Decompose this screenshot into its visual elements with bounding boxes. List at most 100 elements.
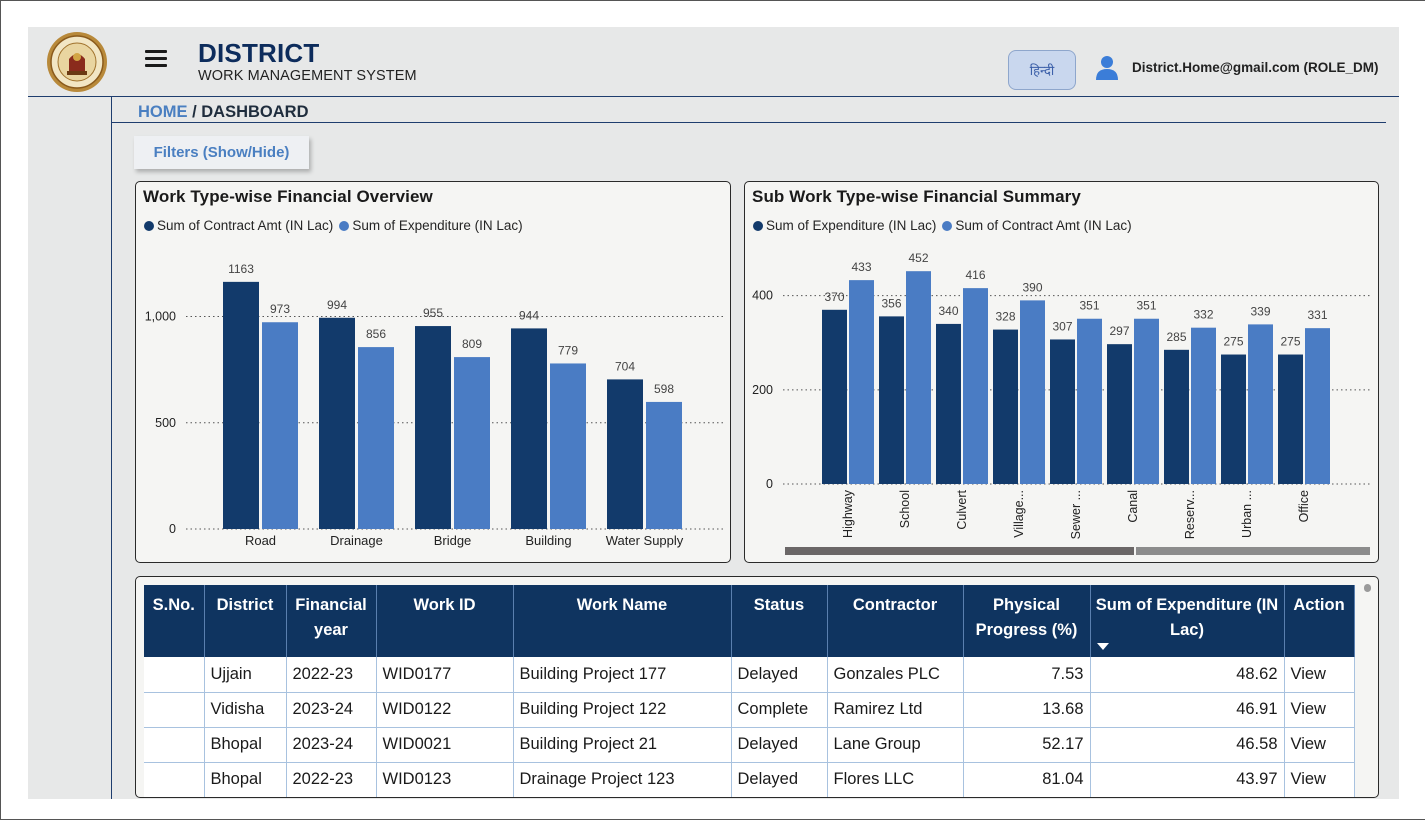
bar[interactable] [1020,300,1045,484]
data-label: 704 [615,359,635,373]
x-tick-label: Water Supply [606,533,684,548]
bar[interactable] [936,323,961,484]
language-toggle-button[interactable]: हिन्दी [1008,50,1076,90]
user-email[interactable]: District.Home@gmail.com (ROLE_DM) [1132,60,1378,75]
table-scrollbar[interactable] [1364,584,1371,592]
bar[interactable] [849,280,874,484]
table-row[interactable]: Vidisha 2023-24 WID0122 Building Project 12… [144,692,1355,728]
table-cell: 48.62 [1090,657,1285,693]
column-header[interactable]: Status [731,585,828,657]
data-label: 452 [908,251,928,265]
table-cell: Lane Group [827,727,964,763]
bar[interactable] [879,316,904,484]
table-cell: 46.58 [1090,727,1285,763]
x-tick-label: Highway [841,489,855,538]
view-action-link[interactable]: View [1284,727,1355,763]
table-cell: 2023-24 [286,692,377,728]
data-label: 598 [654,382,674,396]
bar[interactable] [1191,327,1216,484]
x-tick-label: Drainage [330,533,383,548]
chart-scrollbar-track[interactable] [1136,547,1370,555]
view-action-link[interactable]: View [1284,657,1355,693]
table-cell: Vidisha [204,692,287,728]
user-icon[interactable] [1095,55,1119,81]
table-cell: 2022-23 [286,762,377,797]
data-label: 356 [881,296,901,310]
data-label: 944 [519,308,539,322]
data-label: 351 [1079,299,1099,313]
column-header[interactable]: Work ID [376,585,514,657]
bar[interactable] [511,328,547,529]
data-label: 973 [270,302,290,316]
column-header[interactable]: Action [1284,585,1355,657]
bar[interactable] [358,347,394,529]
data-label: 779 [558,343,578,357]
column-header[interactable]: District [204,585,287,657]
table-cell [144,692,205,728]
bar[interactable] [646,401,682,529]
menu-hamburger-icon[interactable] [144,47,170,69]
table-cell: 13.68 [963,692,1091,728]
app-title: DISTRICT [198,38,320,68]
column-header[interactable]: Contractor [827,585,964,657]
bar[interactable] [1278,354,1303,484]
y-tick-label: 1,000 [145,310,176,324]
bar[interactable] [963,288,988,484]
filters-toggle-button[interactable]: Filters (Show/Hide) [134,136,309,169]
data-label: 1163 [228,262,254,276]
table-row[interactable]: Bhopal 2023-24 WID0021 Building Project 21 D… [144,727,1355,763]
bar[interactable] [262,322,298,529]
column-header[interactable]: Financial year [286,585,377,657]
table-cell: Building Project 177 [513,657,732,693]
view-action-link[interactable]: View [1284,762,1355,797]
sidebar-divider [111,97,112,799]
bar[interactable] [1221,354,1246,484]
bar[interactable] [454,357,490,529]
breadcrumb-divider [112,122,1386,123]
column-header-sorted[interactable]: Sum of Expenditure (IN Lac) [1090,585,1285,657]
bar[interactable] [1134,318,1159,484]
bar[interactable] [319,317,355,529]
column-header[interactable]: S.No. [144,585,205,657]
x-tick-label: Canal [1126,490,1140,523]
bar[interactable] [1050,339,1075,484]
chart-scrollbar-thumb[interactable] [785,547,1134,555]
sort-descending-icon[interactable] [1096,643,1109,650]
table-row[interactable]: Bhopal 2022-23 WID0123 Drainage Project 123… [144,762,1355,797]
bar[interactable] [906,271,931,484]
y-tick-label: 400 [752,289,773,303]
chart-plot: 0 200 400 370 433 Highway 356 452 School 340 416 Cu… [752,251,1370,555]
data-label: 275 [1223,335,1243,349]
data-label: 433 [851,260,871,274]
bar[interactable] [223,281,259,529]
bar[interactable] [1077,318,1102,484]
x-tick-label: Road [245,533,276,548]
table-cell: WID0177 [376,657,514,693]
bar[interactable] [822,309,847,484]
table-cell: Delayed [731,727,828,763]
breadcrumb-separator: / [187,103,202,121]
header: DISTRICT WORK MANAGEMENT SYSTEM हिन्दी D… [28,27,1399,97]
y-tick-label: 0 [169,522,176,536]
table-cell: Ujjain [204,657,287,693]
x-tick-label: Sewer ... [1069,490,1083,539]
bar[interactable] [1305,328,1330,484]
bar[interactable] [1107,344,1132,484]
data-label: 351 [1136,299,1156,313]
data-label: 856 [366,327,386,341]
column-header[interactable]: Work Name [513,585,732,657]
table-cell: WID0123 [376,762,514,797]
bar[interactable] [607,379,643,529]
breadcrumb-home-link[interactable]: HOME [138,103,188,121]
bar[interactable] [993,329,1018,484]
bar[interactable] [550,363,586,529]
column-header[interactable]: Physical Progress (%) [963,585,1091,657]
bar[interactable] [1164,349,1189,484]
column-header-label: Sum of Expenditure (IN Lac) [1095,596,1279,639]
bar[interactable] [1248,324,1273,484]
table-row[interactable]: Ujjain 2022-23 WID0177 Building Project 177… [144,657,1355,693]
works-table-panel: S.No. District Financial year Work ID Wo… [135,576,1379,798]
data-label: 275 [1280,335,1300,349]
bar[interactable] [415,326,451,529]
view-action-link[interactable]: View [1284,692,1355,728]
